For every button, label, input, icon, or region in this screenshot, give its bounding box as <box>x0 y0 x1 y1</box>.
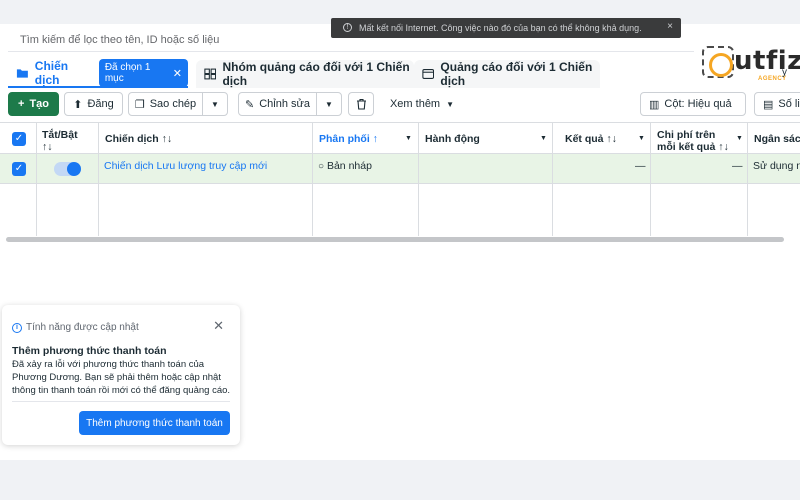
draft-circle-icon: ○ <box>318 161 325 172</box>
duplicate-label: Sao chép <box>149 98 197 110</box>
columns-icon: ▥ <box>649 98 660 111</box>
pencil-icon: ✎ <box>245 98 255 111</box>
cost-value: — <box>732 160 743 172</box>
breakdown-icon: ▤ <box>763 98 774 111</box>
budget-value: Sử dụng ng <box>753 160 800 172</box>
edit-button[interactable]: ✎ Chỉnh sửa <box>238 92 317 116</box>
create-label: Tạo <box>29 98 49 110</box>
duplicate-button[interactable]: ❐ Sao chép <box>128 92 203 116</box>
chip-label: Đã chọn 1 mục <box>104 62 151 84</box>
tab-label: Chiến dịch <box>34 59 69 87</box>
logo-text: utfiz <box>734 46 800 76</box>
caret-down-icon: ▼ <box>446 99 455 109</box>
notice-title: Thêm phương thức thanh toán <box>12 345 167 357</box>
header-budget[interactable]: Ngân sách <box>754 133 800 145</box>
caret-down-icon[interactable]: ▼ <box>638 135 645 142</box>
results-value: — <box>635 160 646 172</box>
caret-down-icon[interactable]: ▼ <box>736 135 743 142</box>
tab-label: Nhóm quảng cáo đối với 1 Chiến dịch <box>222 60 410 88</box>
close-icon[interactable]: × <box>667 21 673 32</box>
selection-chip[interactable]: Đã chọn 1 mục ✕ <box>98 59 188 87</box>
trash-icon <box>356 98 366 110</box>
toolbar: + Tạo ⬆ Đăng ❐ Sao chép ▼ ✎ Chỉnh sửa ▼ … <box>8 92 800 116</box>
header-delivery[interactable]: Phân phối ↑ <box>319 133 378 145</box>
divider <box>12 401 230 402</box>
grid-icon <box>204 68 217 80</box>
add-payment-method-button[interactable]: Thêm phương thức thanh toán <box>79 411 230 435</box>
ads-manager-page: ! Mất kết nối Internet. Công việc nào đó… <box>0 0 800 500</box>
see-more-button[interactable]: Xem thêm ▼ <box>386 92 458 116</box>
caret-down-icon: ▼ <box>325 99 333 109</box>
delivery-status: ○ Bản nháp <box>318 160 372 172</box>
toast-text: Mất kết nối Internet. Công việc nào đó c… <box>359 23 642 33</box>
publish-label: Đăng <box>87 98 114 110</box>
tab-campaigns[interactable]: Chiến dịch Đã chọn 1 mục ✕ <box>8 59 188 88</box>
clipped-text: y <box>782 67 787 78</box>
folder-icon <box>16 69 28 78</box>
notice-header-text: Tính năng được cập nhật <box>26 322 139 333</box>
delete-button[interactable] <box>348 92 374 116</box>
create-button[interactable]: + Tạo <box>8 92 59 116</box>
header-actions[interactable]: Hành động <box>425 133 480 145</box>
columns-label: Cột: Hiệu quả <box>664 98 732 110</box>
caret-down-icon[interactable]: ▼ <box>540 135 547 142</box>
logo-mark <box>702 46 734 78</box>
empty-area <box>0 184 800 236</box>
payment-notice-panel: i Tính năng được cập nhật ✕ Thêm phương … <box>2 305 240 445</box>
header-campaign[interactable]: Chiến dịch ↑↓ <box>105 133 172 145</box>
close-icon[interactable]: ✕ <box>213 318 224 334</box>
offline-toast: ! Mất kết nối Internet. Công việc nào đó… <box>331 18 681 38</box>
bottom-area <box>0 460 800 500</box>
copy-icon: ❐ <box>134 98 145 111</box>
upload-icon: ⬆ <box>73 98 83 111</box>
horizontal-scrollbar[interactable] <box>6 237 784 242</box>
plus-icon: + <box>18 98 25 110</box>
table-row[interactable]: ✓ Chiến dịch Lưu lượng truy cập mới ○ Bả… <box>0 154 800 184</box>
caret-down-icon: ▼ <box>211 99 219 109</box>
header-cost-per-result[interactable]: Chi phí trên mỗi kết quả ↑↓ <box>657 129 729 153</box>
tab-label: Quảng cáo đối với 1 Chiến dịch <box>440 60 593 88</box>
breakdown-button[interactable]: ▤ Số liệu <box>754 92 800 116</box>
tab-ads[interactable]: Quảng cáo đối với 1 Chiến dịch <box>414 60 600 88</box>
publish-button[interactable]: ⬆ Đăng <box>64 92 123 116</box>
tab-ad-sets[interactable]: Nhóm quảng cáo đối với 1 Chiến dịch <box>196 60 414 88</box>
row-checkbox[interactable]: ✓ <box>12 162 26 176</box>
columns-button[interactable]: ▥ Cột: Hiệu quả <box>640 92 746 116</box>
campaign-toggle[interactable] <box>54 162 81 176</box>
caret-down-icon[interactable]: ▼ <box>405 135 412 142</box>
table-header: ✓ Tắt/Bật ↑↓ Chiến dịch ↑↓ Phân phối ↑ ▼ … <box>0 122 800 154</box>
info-icon: i <box>12 322 22 333</box>
see-more-label: Xem thêm <box>389 98 441 110</box>
notice-header: i Tính năng được cập nhật <box>12 322 139 333</box>
clear-selection-icon[interactable]: ✕ <box>173 67 182 80</box>
breakdown-label: Số liệu <box>778 98 800 110</box>
header-toggle[interactable]: Tắt/Bật ↑↓ <box>42 129 78 153</box>
notice-body: Đã xảy ra lỗi với phương thức thanh toán… <box>12 359 231 396</box>
toggle-knob <box>67 162 81 176</box>
edit-label: Chỉnh sửa <box>259 98 310 110</box>
duplicate-dropdown[interactable]: ▼ <box>202 92 228 116</box>
brand-logo: utfiz AGENCY y <box>694 42 800 88</box>
campaign-name-link[interactable]: Chiến dịch Lưu lượng truy cập mới <box>104 160 267 172</box>
select-all-checkbox[interactable]: ✓ <box>12 132 26 146</box>
info-icon: ! <box>343 23 352 32</box>
header-results[interactable]: Kết quả ↑↓ <box>565 133 617 145</box>
edit-dropdown[interactable]: ▼ <box>316 92 342 116</box>
ad-icon <box>422 69 435 79</box>
